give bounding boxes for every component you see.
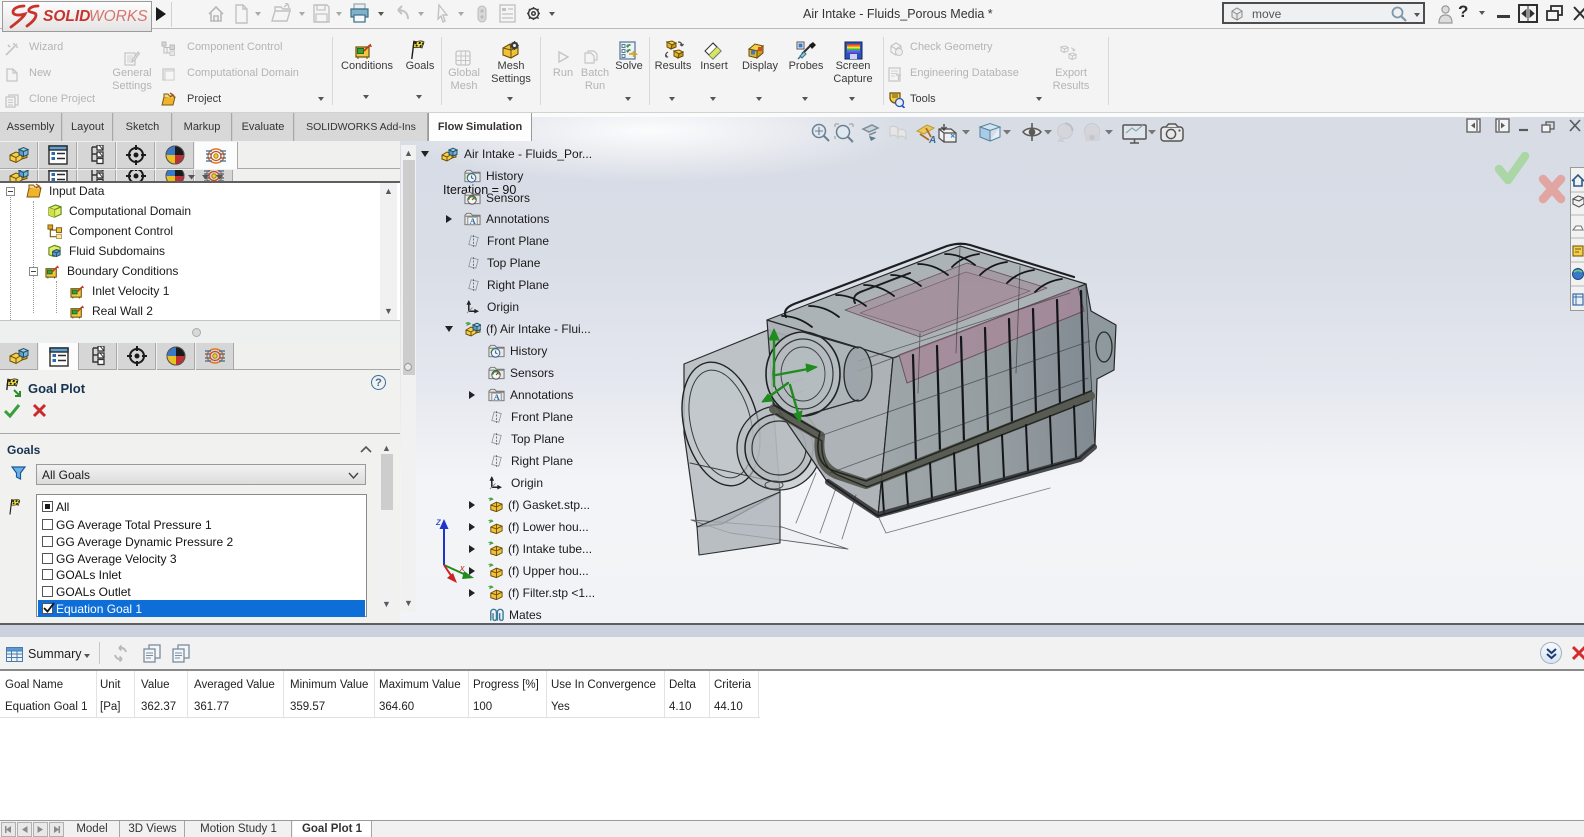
svg-text:x: x	[459, 563, 465, 573]
svg-text:WORKS: WORKS	[89, 8, 148, 25]
svg-text:A: A	[928, 135, 936, 146]
svg-text:z: z	[435, 517, 441, 528]
svg-text:SOLID: SOLID	[43, 8, 90, 25]
